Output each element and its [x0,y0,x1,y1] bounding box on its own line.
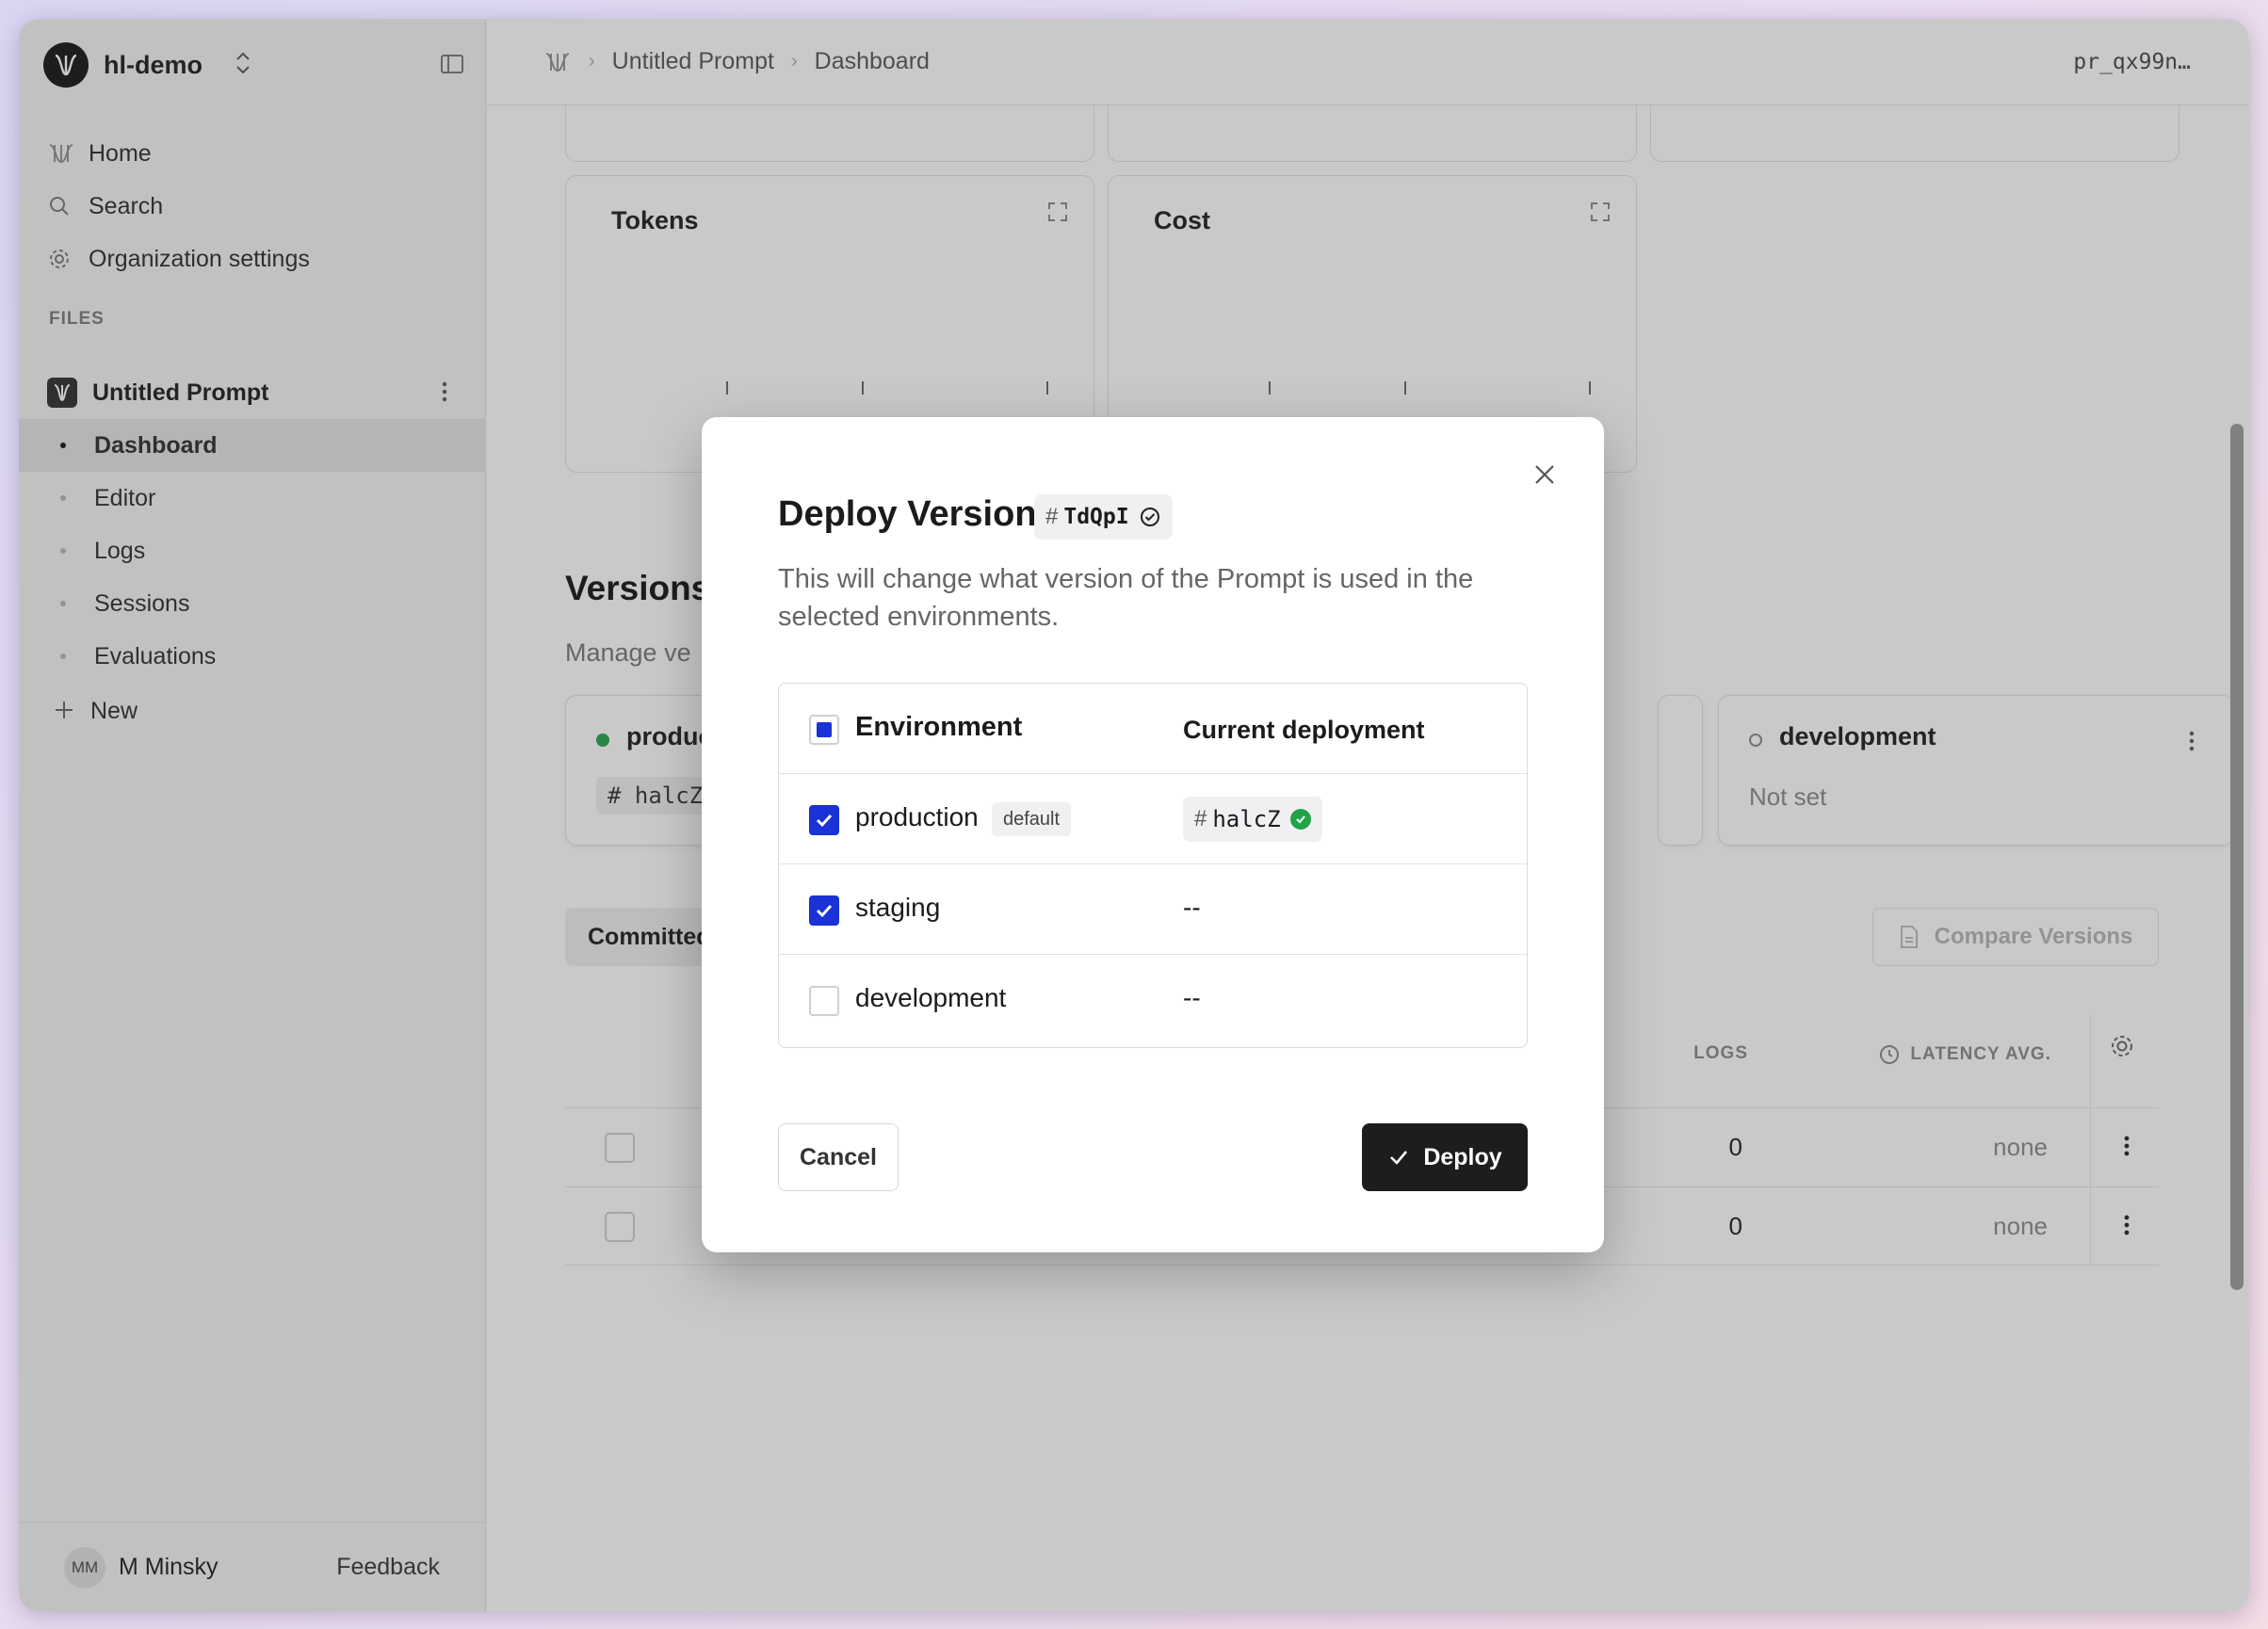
deploy-version-dialog: Deploy Version # TdQpI This will change … [702,417,1604,1252]
select-all-checkbox[interactable] [809,715,839,745]
dialog-title: Deploy Version [778,494,1037,534]
default-badge: default [992,802,1072,836]
table-header-row: Environment Current deployment [779,684,1527,774]
env-row-development[interactable]: development -- [779,955,1527,1045]
staging-checkbox[interactable] [809,895,839,926]
env-row-staging[interactable]: staging -- [779,864,1527,955]
production-checkbox[interactable] [809,805,839,835]
environment-table: Environment Current deployment productio… [778,683,1528,1048]
cancel-button[interactable]: Cancel [778,1123,899,1191]
deploy-button[interactable]: Deploy [1362,1123,1528,1191]
current-version-pill: # halcZ [1183,797,1322,842]
check-circle-icon [1139,506,1161,528]
col-current-deployment-header: Current deployment [1183,716,1425,744]
version-pill: # TdQpI [1034,494,1173,540]
dialog-description: This will change what version of the Pro… [778,564,1474,632]
check-icon [1387,1146,1410,1169]
check-circle-icon [1289,809,1311,830]
app-window: hl-demo Home Search Organization setting… [19,19,2249,1612]
env-row-production[interactable]: production default # halcZ [779,774,1527,864]
close-icon[interactable] [1532,462,1557,492]
col-environment-header: Environment [855,712,1023,742]
development-checkbox[interactable] [809,986,839,1016]
